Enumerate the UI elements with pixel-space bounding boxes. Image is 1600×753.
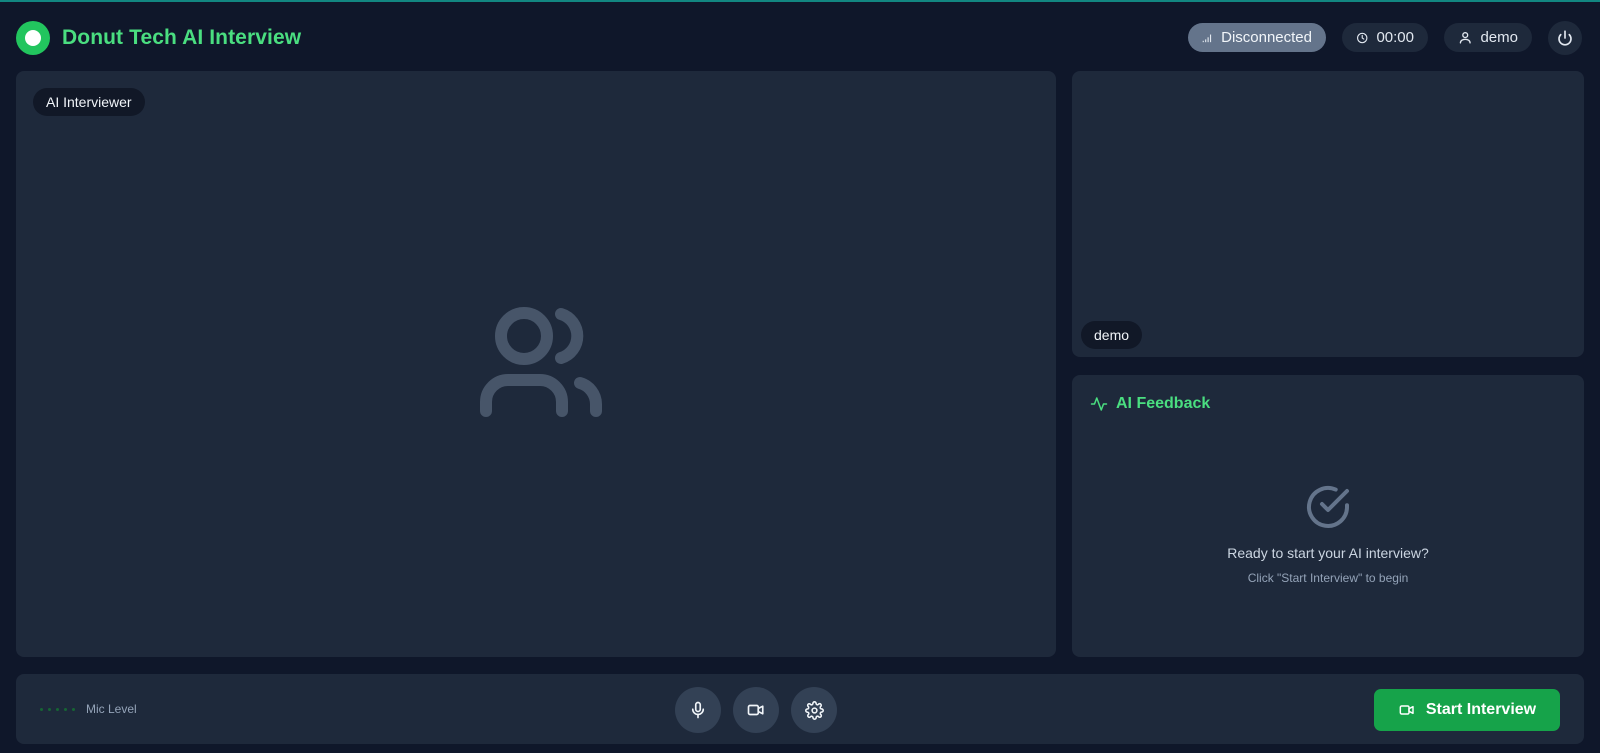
users-icon [480,307,602,417]
power-button[interactable] [1548,21,1582,55]
user-badge: demo [1444,23,1532,52]
activity-icon [1090,397,1108,411]
ai-interviewer-label: AI Interviewer [33,88,145,116]
mic-level-dot [56,707,59,711]
self-video-label: demo [1081,321,1143,349]
connection-status-badge: Disconnected [1188,23,1326,52]
timer-value: 00:00 [1376,29,1414,46]
mic-level-label: Mic Level [86,702,137,716]
mic-level-dot [40,707,43,711]
ai-feedback-panel: AI Feedback Ready to start your AI inter… [1072,375,1584,657]
control-bar: Mic Level Start Interview [16,674,1584,744]
self-video: demo [1072,71,1584,357]
feedback-empty-title: Ready to start your AI interview? [1227,545,1429,561]
mic-level-dot [72,707,75,711]
start-interview-button[interactable]: Start Interview [1374,689,1560,731]
settings-button[interactable] [791,687,837,733]
start-interview-label: Start Interview [1425,701,1537,718]
app-header: Donut Tech AI Interview Disconnected 00:… [0,2,1600,66]
feedback-empty-subtitle: Click "Start Interview" to begin [1247,571,1409,585]
mic-level-dot [64,707,67,711]
user-icon [1459,32,1471,44]
feedback-title: AI Feedback [1116,395,1211,412]
mic-toggle-button[interactable] [675,687,721,733]
gear-icon [804,700,824,720]
mic-level-meter: Mic Level [40,702,137,716]
feedback-empty-state: Ready to start your AI interview? Click … [1072,483,1584,585]
connection-status-label: Disconnected [1221,29,1312,46]
check-circle-icon [1307,485,1349,528]
power-icon [1558,30,1572,46]
video-icon [747,704,764,716]
video-icon [1399,705,1414,715]
camera-toggle-button[interactable] [733,687,779,733]
logo-circle-icon [16,21,50,55]
feedback-header: AI Feedback [1090,395,1210,413]
clock-icon [1356,32,1368,43]
mic-icon [691,701,705,719]
signal-icon [1202,34,1212,42]
ai-interviewer-video: AI Interviewer [16,71,1056,657]
app-title: Donut Tech AI Interview [62,26,302,49]
interview-timer: 00:00 [1342,23,1428,52]
username-label: demo [1480,29,1518,46]
mic-level-dot [48,707,51,711]
